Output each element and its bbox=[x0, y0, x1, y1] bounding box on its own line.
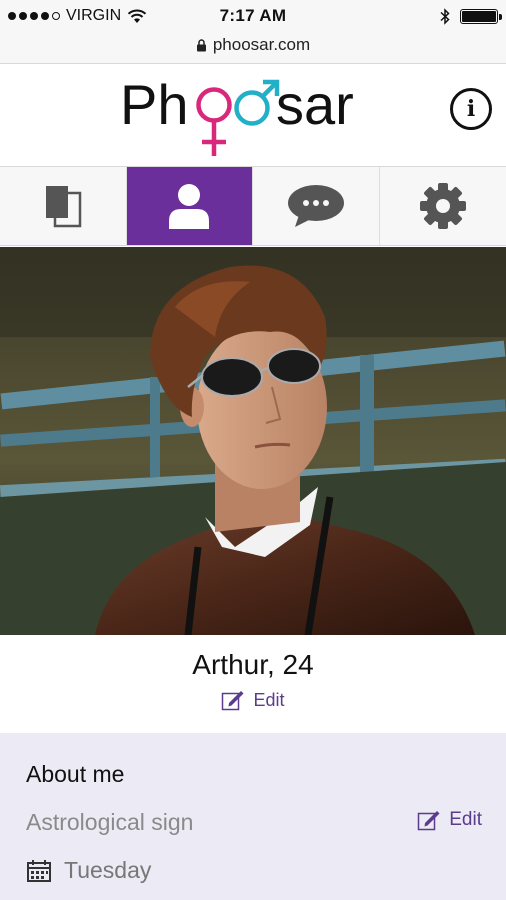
chat-bubble-icon bbox=[287, 185, 344, 227]
edit-profile-label: Edit bbox=[253, 689, 285, 710]
lock-icon bbox=[196, 38, 206, 51]
edit-about-label: Edit bbox=[449, 809, 482, 830]
cards-icon bbox=[45, 186, 81, 228]
birthday-row: Tuesday bbox=[26, 857, 151, 884]
about-title: About me bbox=[26, 761, 125, 787]
url-text: phoosar.com bbox=[212, 35, 311, 54]
app-header: Ph sar i bbox=[0, 64, 506, 166]
tab-settings[interactable] bbox=[380, 167, 506, 245]
user-icon bbox=[169, 184, 210, 229]
calendar-icon bbox=[27, 859, 51, 882]
info-icon: i bbox=[466, 96, 476, 122]
address-bar[interactable]: phoosar.com bbox=[0, 32, 506, 64]
tab-profile[interactable] bbox=[126, 167, 253, 245]
battery-icon bbox=[460, 9, 502, 24]
tab-cards[interactable] bbox=[0, 167, 127, 245]
edit-profile-button[interactable]: Edit bbox=[221, 689, 285, 711]
edit-icon bbox=[418, 811, 440, 831]
info-button[interactable]: i bbox=[450, 88, 492, 130]
status-bar: VIRGIN 7:17 AM bbox=[0, 0, 506, 32]
about-section: About me Astrological sign Edit Tuesday bbox=[0, 733, 506, 900]
gear-icon bbox=[419, 183, 466, 229]
svg-text:sar: sar bbox=[276, 74, 354, 136]
bluetooth-icon bbox=[440, 8, 450, 25]
tab-messages[interactable] bbox=[253, 167, 380, 245]
clock: 7:17 AM bbox=[219, 6, 287, 25]
svg-text:Ph: Ph bbox=[120, 74, 189, 136]
profile-name-area: Arthur, 24 Edit bbox=[0, 635, 506, 733]
birthday-value: Tuesday bbox=[64, 857, 152, 883]
profile-photo bbox=[0, 247, 506, 635]
edit-about-button[interactable]: Edit bbox=[417, 809, 482, 831]
phoosar-logo: Ph sar bbox=[120, 74, 354, 156]
tab-bar bbox=[0, 166, 506, 246]
astrological-sign-label: Astrological sign bbox=[26, 809, 194, 835]
edit-icon bbox=[222, 691, 244, 711]
profile-name: Arthur, 24 bbox=[192, 649, 314, 680]
